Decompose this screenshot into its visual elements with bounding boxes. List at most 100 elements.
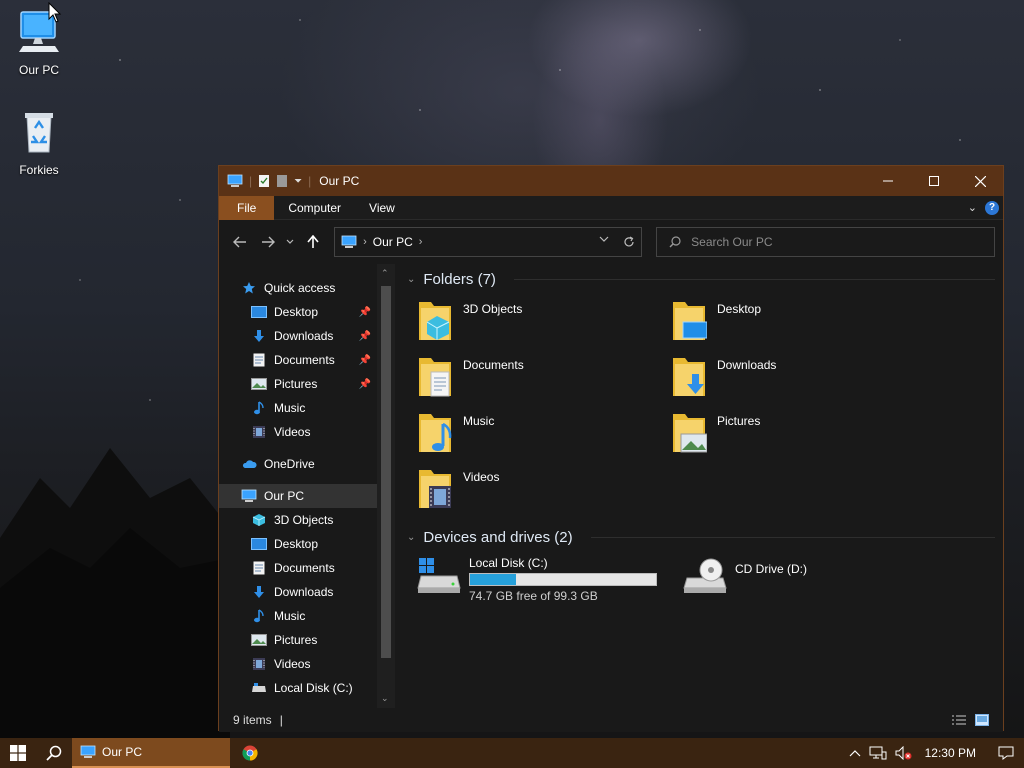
folder-3d-objects[interactable]: 3D Objects bbox=[417, 294, 671, 346]
drive-local-disk-c[interactable]: Local Disk (C:) 74.7 GB free of 99.3 GB bbox=[417, 556, 671, 603]
navigation-scrollbar[interactable]: ⌃ ⌄ bbox=[377, 264, 395, 708]
back-arrow-icon bbox=[232, 236, 246, 248]
picture-icon bbox=[251, 632, 267, 648]
folder-documents[interactable]: Documents bbox=[417, 350, 671, 402]
nav-item-downloads[interactable]: Downloads bbox=[219, 580, 377, 604]
scroll-up-icon[interactable]: ⌃ bbox=[381, 268, 389, 279]
network-icon[interactable] bbox=[869, 746, 887, 760]
nav-item-desktop[interactable]: Desktop bbox=[219, 532, 377, 556]
breadcrumb-chevron-icon[interactable]: › bbox=[419, 236, 423, 248]
drive-usage-fill bbox=[470, 574, 517, 585]
folder-documents-icon bbox=[419, 358, 451, 397]
up-button[interactable] bbox=[300, 229, 326, 255]
help-button[interactable]: ? bbox=[985, 200, 999, 215]
clock[interactable]: 12:30 PM bbox=[925, 746, 976, 760]
notifications-icon[interactable] bbox=[998, 746, 1014, 760]
large-icons-view-icon[interactable] bbox=[975, 714, 989, 726]
tab-view[interactable]: View bbox=[355, 196, 409, 220]
breadcrumb-chevron-icon[interactable]: › bbox=[363, 236, 367, 248]
taskbar-app-file-explorer[interactable]: Our PC bbox=[72, 738, 230, 768]
folder-name: Music bbox=[463, 414, 495, 428]
up-arrow-icon bbox=[307, 235, 319, 248]
chrome-icon bbox=[242, 745, 258, 761]
hard-drive-windows-icon bbox=[417, 558, 461, 593]
folder-pictures[interactable]: Pictures bbox=[671, 406, 925, 458]
tab-computer[interactable]: Computer bbox=[274, 196, 355, 220]
nav-item-quick-access[interactable]: Quick access bbox=[219, 276, 377, 300]
nav-item-local-disk[interactable]: Local Disk (C:) bbox=[219, 676, 377, 700]
nav-item-label: Documents bbox=[274, 353, 335, 367]
start-button[interactable] bbox=[0, 738, 36, 768]
collapse-chevron-icon[interactable]: ⌄ bbox=[407, 274, 415, 285]
scroll-down-icon[interactable]: ⌄ bbox=[381, 693, 389, 704]
pin-icon: 📌 bbox=[358, 330, 371, 342]
drive-name: Local Disk (C:) bbox=[469, 556, 548, 570]
customize-toolbar-chevron-icon[interactable]: ⏷ bbox=[294, 176, 302, 187]
pin-icon: 📌 bbox=[358, 378, 371, 390]
show-hidden-icons-chevron-icon[interactable] bbox=[849, 749, 861, 757]
folder-desktop[interactable]: Desktop bbox=[671, 294, 925, 346]
search-button[interactable] bbox=[36, 738, 72, 768]
nav-item-videos[interactable]: Videos bbox=[219, 652, 377, 676]
nav-item-desktop[interactable]: Desktop 📌 bbox=[219, 300, 377, 324]
details-view-icon[interactable] bbox=[951, 714, 967, 726]
close-button[interactable] bbox=[957, 166, 1003, 196]
nav-item-documents[interactable]: Documents 📌 bbox=[219, 348, 377, 372]
taskbar: Our PC 12:30 PM bbox=[0, 738, 1024, 768]
desktop-icon-our-pc[interactable]: Our PC bbox=[4, 8, 74, 77]
title-bar[interactable]: | ⏷ | Our PC bbox=[219, 166, 1003, 196]
refresh-icon[interactable] bbox=[623, 236, 635, 248]
nav-item-3d-objects[interactable]: 3D Objects bbox=[219, 508, 377, 532]
search-box[interactable]: Search Our PC bbox=[656, 227, 996, 257]
volume-muted-icon[interactable] bbox=[895, 746, 913, 760]
tab-file[interactable]: File bbox=[219, 195, 275, 220]
cloud-icon bbox=[241, 456, 257, 472]
drive-cd-d[interactable]: CD Drive (D:) bbox=[683, 556, 937, 603]
folder-downloads[interactable]: Downloads bbox=[671, 350, 925, 402]
address-dropdown-chevron-icon[interactable] bbox=[599, 236, 609, 242]
music-note-icon bbox=[251, 400, 267, 416]
nav-item-label: Music bbox=[274, 609, 306, 623]
folder-name: Pictures bbox=[717, 414, 761, 428]
folder-videos[interactable]: Videos bbox=[417, 462, 671, 514]
nav-item-pictures[interactable]: Pictures bbox=[219, 628, 377, 652]
devices-group-header[interactable]: ⌄ Devices and drives (2) bbox=[403, 522, 995, 552]
folder-downloads-icon bbox=[673, 358, 705, 396]
nav-item-onedrive[interactable]: OneDrive bbox=[219, 452, 377, 476]
expand-ribbon-chevron-icon[interactable]: ⌄ bbox=[968, 201, 977, 214]
nav-item-videos[interactable]: Videos bbox=[219, 420, 377, 444]
minimize-button[interactable] bbox=[865, 166, 911, 196]
scrollbar-thumb[interactable] bbox=[381, 286, 391, 658]
nav-item-pictures[interactable]: Pictures 📌 bbox=[219, 372, 377, 396]
forward-button[interactable] bbox=[255, 229, 281, 255]
windows-logo-icon bbox=[10, 745, 26, 761]
nav-item-our-pc[interactable]: Our PC bbox=[219, 484, 377, 508]
quick-access-toolbar: | ⏷ | bbox=[227, 174, 311, 188]
maximize-button[interactable] bbox=[911, 166, 957, 196]
drives-list: Local Disk (C:) 74.7 GB free of 99.3 GB … bbox=[403, 552, 995, 603]
film-icon bbox=[251, 424, 267, 440]
nav-item-music[interactable]: Music bbox=[219, 396, 377, 420]
taskbar-app-chrome[interactable] bbox=[230, 738, 270, 768]
address-bar[interactable]: › Our PC › bbox=[334, 227, 643, 257]
back-button[interactable] bbox=[227, 229, 253, 255]
new-folder-icon[interactable] bbox=[276, 174, 288, 188]
nav-item-music[interactable]: Music bbox=[219, 604, 377, 628]
properties-icon[interactable] bbox=[258, 174, 270, 188]
breadcrumb-our-pc[interactable]: Our PC bbox=[373, 235, 413, 249]
nav-item-downloads[interactable]: Downloads 📌 bbox=[219, 324, 377, 348]
recycle-bin-icon bbox=[25, 113, 53, 153]
nav-item-label: Music bbox=[274, 401, 306, 415]
desktop-icon-recycle-bin[interactable]: Forkies bbox=[4, 108, 74, 177]
recent-locations-button[interactable] bbox=[283, 229, 299, 255]
collapse-chevron-icon[interactable]: ⌄ bbox=[407, 532, 415, 543]
pin-icon: 📌 bbox=[358, 354, 371, 366]
folders-group-header[interactable]: ⌄ Folders (7) bbox=[403, 264, 995, 294]
computer-icon bbox=[241, 488, 257, 504]
folder-music[interactable]: Music bbox=[417, 406, 671, 458]
hard-drive-icon bbox=[251, 680, 267, 696]
nav-item-documents[interactable]: Documents bbox=[219, 556, 377, 580]
folder-desktop-icon bbox=[673, 302, 707, 340]
window-title: Our PC bbox=[319, 174, 360, 188]
wallpaper-mountains bbox=[0, 448, 230, 738]
